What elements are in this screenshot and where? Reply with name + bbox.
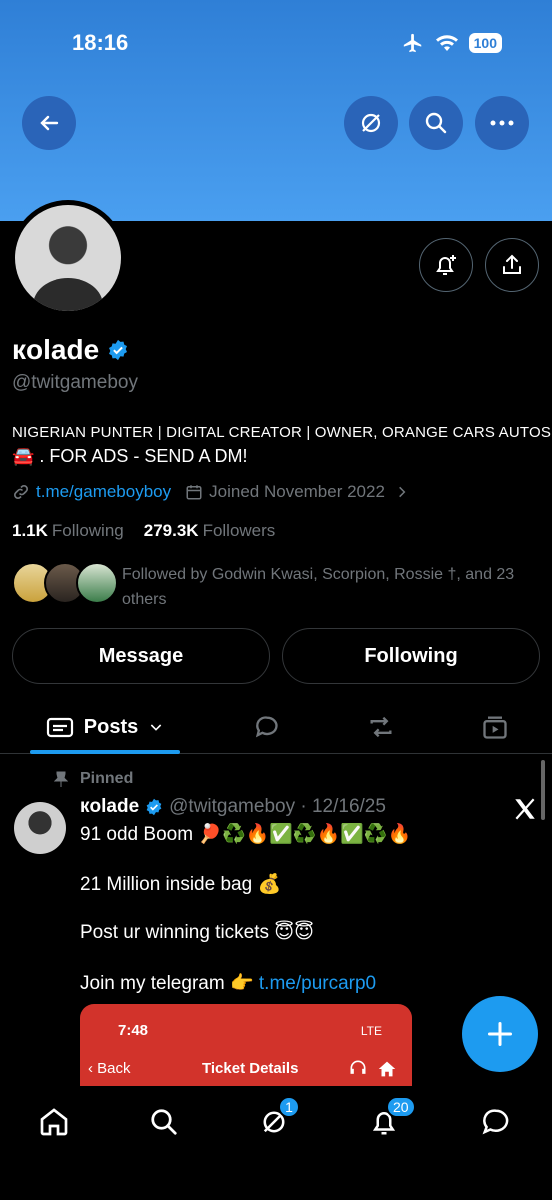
grok-icon [361,113,381,133]
search-icon [151,1109,177,1135]
nav-messages[interactable] [476,1102,516,1142]
bio-line-2: 🚘 . FOR ADS - SEND A DM! [12,446,248,466]
profile-link[interactable]: t.me/gameboyboy [36,482,171,502]
bio-line-1: NIGERIAN PUNTER | DIGITAL CREATOR | OWNE… [12,424,552,441]
scrollbar[interactable] [541,760,545,820]
status-time: 18:16 [72,30,129,55]
search-icon [425,112,447,134]
bottom-nav: 1 20 [0,1086,552,1200]
verified-badge-icon [146,798,162,816]
mutual-avatar [76,562,118,604]
following-button[interactable]: Following [282,628,540,684]
more-icon [490,120,514,126]
nav-grok[interactable]: 1 [254,1096,300,1142]
following-count[interactable]: 1.1K Following [12,521,124,541]
post-text-line-2: 21 Million inside bag 💰 [80,874,282,895]
post-text-line-4: Join my telegram 👉 t.me/purcarp0 [80,973,377,994]
arrow-left-icon [40,115,59,131]
more-button[interactable] [475,96,529,150]
tab-posts-label: Posts [83,715,139,738]
home-icon [378,1061,396,1077]
search-button[interactable] [409,96,463,150]
headset-icon [350,1060,366,1074]
followers-count[interactable]: 279.3K Followers [144,521,276,541]
post-image[interactable]: 7:48 LTE ‹ Back Ticket Details [80,1004,412,1086]
pinned-label: Pinned [54,770,133,788]
nav-search[interactable] [144,1102,184,1142]
compose-button[interactable] [462,996,538,1072]
followed-by[interactable]: Followed by Godwin Kwasi, Scorpion, Ross… [12,562,532,612]
profile-tabs: Posts [0,700,552,754]
display-name: кolade [12,334,100,365]
status-icons: 100 [401,32,502,54]
message-button[interactable]: Message [12,628,270,684]
grok-button[interactable] [344,96,398,150]
post-author[interactable]: кolade [80,796,139,818]
wifi-icon [435,35,458,51]
link-icon [14,485,28,499]
posts-icon [46,717,73,738]
x-logo-icon [515,798,535,820]
embed-back: ‹ Back [88,1060,131,1077]
video-icon [483,716,507,739]
battery-indicator: 100 [468,33,502,53]
mutual-avatars [12,562,118,606]
chat-icon [482,1109,509,1135]
verified-badge-icon[interactable] [107,339,129,361]
post-header: кolade @twitgameboy · 12/16/25 [80,796,386,818]
notifications-badge: 20 [386,1096,416,1118]
tab-media[interactable] [472,700,518,754]
followed-by-text: Followed by Godwin Kwasi, Scorpion, Ross… [122,566,515,608]
plus-icon [487,1021,513,1047]
back-button[interactable] [22,96,76,150]
chevron-down-icon [151,724,162,731]
embed-icons [348,1058,398,1080]
telegram-link[interactable]: t.me/purcarp0 [259,973,376,994]
embed-time: 7:48 [118,1022,149,1039]
follow-counts: 1.1K Following 279.3K Followers [12,521,275,541]
profile-handle: @twitgameboy [12,372,138,393]
post-handle-date: @twitgameboy · 12/16/25 [169,796,386,817]
nav-home[interactable] [34,1102,74,1142]
joined-date: Joined November 2022 [209,482,385,501]
home-icon [40,1108,68,1136]
embed-title: Ticket Details [202,1060,299,1077]
notify-button[interactable] [419,238,473,292]
profile-meta: t.me/gameboyboy Joined November 2022 [12,482,409,502]
repost-icon [370,716,392,738]
nav-notifications[interactable]: 20 [364,1096,416,1142]
tab-posts[interactable]: Posts [30,700,180,754]
profile-avatar[interactable] [10,200,126,316]
calendar-icon [186,485,202,500]
share-icon [503,254,521,274]
embed-status: LTE [360,1024,382,1038]
pin-icon [54,771,68,787]
share-button[interactable] [485,238,539,292]
post-text-line-1: 91 odd Boom 🏓♻️🔥✅♻️🔥✅♻️🔥 [80,824,412,845]
reply-icon [255,716,278,738]
tab-replies[interactable] [244,700,290,754]
bell-plus-icon [436,255,456,275]
tab-reposts[interactable] [358,700,404,754]
post-text-line-3: Post ur winning tickets 😇😇 [80,922,314,943]
grok-badge: 1 [278,1096,300,1118]
profile-name: кolade [12,334,129,366]
airplane-icon [403,33,421,53]
post-avatar[interactable] [14,802,66,854]
chevron-right-icon[interactable] [395,485,409,499]
tab-underline [30,750,180,754]
